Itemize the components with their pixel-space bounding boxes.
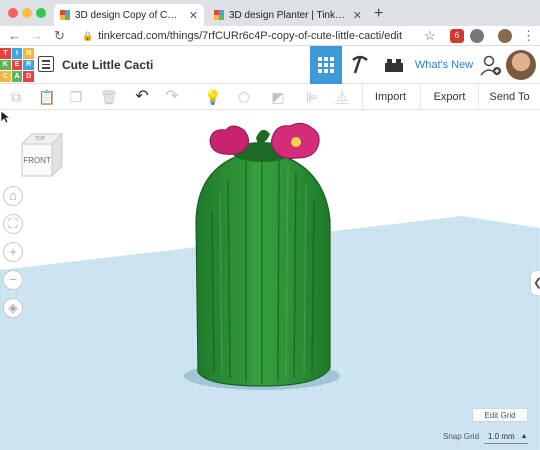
tab-label: 3D design Copy of Cute Little Cac bbox=[75, 9, 183, 21]
browser-tab[interactable]: 3D design Planter | Tinkercad ✕ bbox=[208, 4, 368, 26]
back-arrow-icon[interactable]: ← bbox=[8, 28, 21, 43]
app-header: T I N K E R C A D Cute Little Cacti What… bbox=[0, 46, 540, 84]
zoom-out-icon[interactable]: − bbox=[3, 270, 23, 290]
send-to-button[interactable]: Send To bbox=[478, 84, 540, 110]
browser-tab-bar: 3D design Copy of Cute Little Cac ✕ 3D d… bbox=[0, 0, 540, 26]
new-tab-button[interactable]: + bbox=[374, 5, 383, 23]
light-bulb-icon[interactable]: 💡 bbox=[204, 89, 221, 105]
paste-icon[interactable]: 📋 bbox=[38, 89, 55, 105]
logo-letter: A bbox=[11, 71, 23, 82]
reload-icon[interactable]: ↻ bbox=[54, 28, 65, 44]
view-cube[interactable]: TOP FRONT bbox=[18, 132, 64, 178]
url-field[interactable]: 🔒 tinkercad.com/things/7rfCURr6c4P-copy-… bbox=[82, 28, 442, 44]
tinkercad-logo[interactable]: T I N K E R C A D bbox=[0, 48, 34, 82]
perspective-icon[interactable]: ◈ bbox=[3, 298, 23, 318]
extension-icon[interactable] bbox=[470, 29, 484, 43]
logo-letter: R bbox=[23, 59, 34, 71]
close-tab-icon[interactable]: ✕ bbox=[353, 9, 362, 22]
shapes-panel-toggle[interactable]: ❮ bbox=[530, 270, 540, 296]
tinkercad-favicon-icon bbox=[60, 10, 70, 20]
mouse-cursor-icon bbox=[0, 110, 10, 124]
pickaxe-icon bbox=[352, 55, 368, 74]
view-cube-front-label: FRONT bbox=[23, 156, 51, 165]
menu-dots-icon[interactable]: ⋮ bbox=[522, 28, 535, 44]
address-bar: ← → ↻ 🔒 tinkercad.com/things/7rfCURr6c4P… bbox=[0, 26, 540, 46]
minimize-window-button[interactable] bbox=[22, 8, 32, 18]
brick-icon bbox=[385, 59, 403, 72]
duplicate-icon[interactable]: ❐ bbox=[68, 89, 84, 105]
home-view-icon[interactable]: ⌂ bbox=[3, 186, 23, 206]
3d-view-button[interactable] bbox=[310, 46, 342, 84]
logo-letter: T bbox=[0, 48, 11, 59]
logo-letter: I bbox=[11, 48, 23, 59]
shape-icon[interactable]: ⬠ bbox=[236, 89, 252, 105]
avatar[interactable] bbox=[506, 50, 536, 80]
snap-grid-value: 1.0 mm bbox=[488, 432, 515, 441]
close-tab-icon[interactable]: ✕ bbox=[189, 9, 198, 22]
design-list-icon[interactable] bbox=[38, 56, 54, 72]
close-window-button[interactable] bbox=[8, 8, 18, 18]
undo-icon[interactable]: ↶ bbox=[134, 89, 150, 105]
logo-letter: D bbox=[23, 71, 34, 82]
extension-badge-icon[interactable]: 6 bbox=[450, 29, 464, 43]
view-cube-top-label: TOP bbox=[35, 136, 46, 142]
logo-letter: E bbox=[11, 59, 23, 71]
browser-tab-active[interactable]: 3D design Copy of Cute Little Cac ✕ bbox=[54, 4, 204, 26]
tab-label: 3D design Planter | Tinkercad bbox=[229, 9, 347, 21]
grid-icon bbox=[318, 57, 334, 73]
group-icon[interactable]: ◩ bbox=[270, 89, 286, 105]
edit-toolbar: ⧉ 📋 ❐ 🗑 ↶ ↷ 💡 ⬠ ◩ ⊫ ⏅ Import Export Send… bbox=[0, 84, 540, 110]
logo-letter: N bbox=[23, 48, 34, 59]
lock-icon: 🔒 bbox=[82, 30, 94, 41]
logo-letter: C bbox=[0, 71, 11, 82]
cactus-model[interactable] bbox=[195, 142, 331, 387]
edit-grid-button[interactable]: Edit Grid bbox=[472, 408, 528, 422]
import-button[interactable]: Import bbox=[362, 84, 418, 110]
redo-icon[interactable]: ↷ bbox=[164, 89, 180, 105]
zoom-in-icon[interactable]: + bbox=[3, 242, 23, 262]
add-user-icon[interactable] bbox=[480, 54, 502, 76]
chevron-up-icon: ▲ bbox=[520, 433, 528, 440]
logo-letter: K bbox=[0, 59, 11, 71]
tinkercad-favicon-icon bbox=[214, 10, 224, 20]
copy-icon[interactable]: ⧉ bbox=[8, 89, 24, 105]
flower-center bbox=[291, 137, 301, 147]
whats-new-button[interactable]: What's New bbox=[412, 46, 476, 84]
align-icon[interactable]: ⊫ bbox=[304, 89, 320, 105]
maximize-window-button[interactable] bbox=[36, 8, 46, 18]
mirror-icon[interactable]: ⏅ bbox=[334, 89, 350, 105]
url-text: tinkercad.com/things/7rfCURr6c4P-copy-of… bbox=[98, 30, 403, 42]
bricks-mode-button[interactable] bbox=[378, 46, 410, 84]
snap-grid-label: Snap Grid bbox=[443, 432, 480, 441]
design-title[interactable]: Cute Little Cacti bbox=[62, 58, 153, 72]
bookmark-star-icon[interactable]: ☆ bbox=[424, 28, 436, 44]
profile-icon[interactable] bbox=[498, 29, 512, 43]
fit-view-icon[interactable]: ⛶ bbox=[3, 214, 23, 234]
workplane-viewport[interactable]: TOP FRONT ⌂ ⛶ + − ◈ ❮ Edit Grid Snap Gri… bbox=[0, 110, 540, 450]
extension-badge-count: 6 bbox=[454, 31, 460, 40]
export-button[interactable]: Export bbox=[420, 84, 478, 110]
forward-arrow-icon[interactable]: → bbox=[30, 28, 43, 43]
blocks-mode-button[interactable] bbox=[344, 46, 376, 84]
snap-grid-select[interactable]: 1.0 mm ▲ bbox=[484, 430, 528, 444]
delete-icon[interactable]: 🗑 bbox=[100, 89, 118, 105]
workplane-scene[interactable] bbox=[0, 110, 540, 450]
